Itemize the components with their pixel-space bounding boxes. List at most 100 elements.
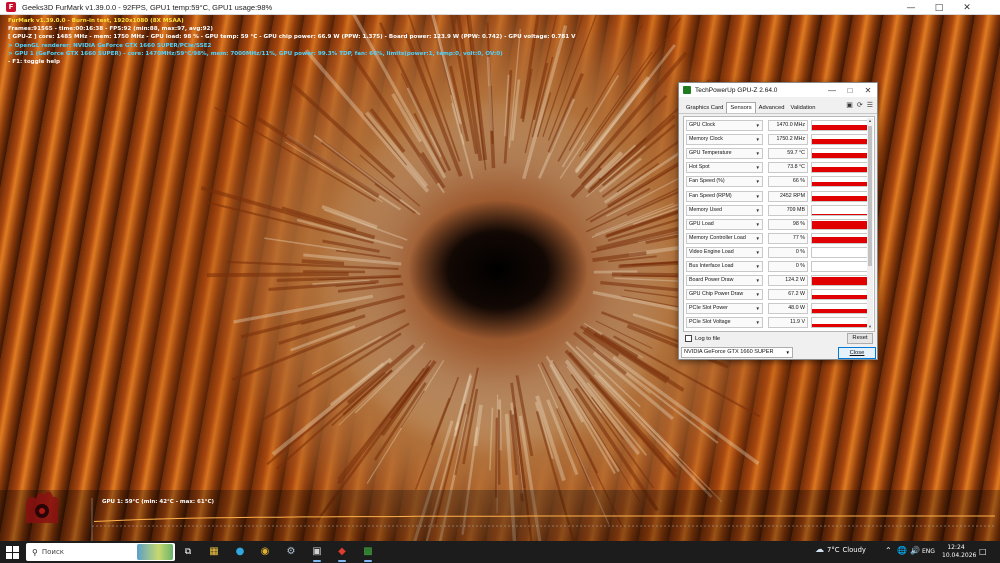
scroll-down-arrow-icon[interactable]: ▼ xyxy=(867,324,873,330)
file-explorer-icon[interactable]: ▦ xyxy=(206,544,222,560)
weather-text: Cloudy xyxy=(842,546,866,554)
minimize-button[interactable]: — xyxy=(898,0,924,15)
chevron-down-icon: ▼ xyxy=(755,165,760,171)
sensor-graph xyxy=(811,275,871,287)
sensor-name: Fan Speed (%) xyxy=(689,178,725,185)
start-button[interactable] xyxy=(4,544,20,560)
chevron-down-icon: ▼ xyxy=(755,235,760,241)
sensor-graph-fill xyxy=(812,237,870,243)
refresh-icon[interactable]: ⟳ xyxy=(857,101,863,109)
furmark-titlebar[interactable]: F Geeks3D FurMark v1.39.0.0 - 92FPS, GPU… xyxy=(0,0,1000,15)
task-view-icon[interactable]: ⧉ xyxy=(180,544,196,560)
sensor-value: 1750.2 MHz xyxy=(768,134,808,146)
sensor-name-dropdown[interactable]: Fan Speed (%) ▼ xyxy=(686,176,763,188)
sensor-name-dropdown[interactable]: Memory Controller Load ▼ xyxy=(686,232,763,244)
osd-line: - F1: toggle help xyxy=(8,59,61,66)
tab-graphics-card[interactable]: Graphics Card xyxy=(683,103,726,113)
reset-button[interactable]: Reset xyxy=(847,333,873,344)
clock-time: 12:24 xyxy=(947,544,965,551)
sensor-name: Bus Interface Load xyxy=(689,263,734,269)
sensor-row: GPU Clock ▼ 1470.0 MHz xyxy=(686,120,871,131)
sensor-name-dropdown[interactable]: Hot Spot ▼ xyxy=(686,162,763,174)
volume-icon[interactable]: 🔊 xyxy=(910,546,920,555)
sensor-row: Bus Interface Load ▼ 0 % xyxy=(686,261,871,272)
sensor-row: Fan Speed (RPM) ▼ 2452 RPM xyxy=(686,190,871,202)
edge-browser-icon[interactable]: ● xyxy=(232,544,248,560)
sensor-graph xyxy=(811,218,871,230)
sensor-name-dropdown[interactable]: Fan Speed (RPM) ▼ xyxy=(686,190,763,202)
weather-widget[interactable]: ☁ 7°C Cloudy xyxy=(815,545,866,555)
sensor-row: Fan Speed (%) ▼ 66 % xyxy=(686,176,871,188)
sensor-list: GPU Clock ▼ 1470.0 MHz Memory Clock ▼ 1750.2 … xyxy=(683,116,875,332)
taskbar-search[interactable]: ⚲ Поиск xyxy=(26,543,175,561)
fur-streak xyxy=(206,272,349,278)
tab-validation[interactable]: Validation xyxy=(787,103,818,113)
notification-icon[interactable]: □ xyxy=(979,547,987,556)
gpuz-maximize-button[interactable]: □ xyxy=(841,83,859,97)
steam-icon[interactable]: ⚙ xyxy=(283,544,299,560)
sensor-name-dropdown[interactable]: PCIe Slot Voltage ▼ xyxy=(686,317,763,329)
chrome-browser-icon[interactable]: ◉ xyxy=(257,544,273,560)
gpuz-taskbar-icon[interactable]: ▩ xyxy=(360,544,376,562)
scrollbar-thumb[interactable] xyxy=(868,126,872,266)
sensor-graph xyxy=(811,246,871,258)
menu-icon[interactable]: ☰ xyxy=(867,101,873,109)
sensor-row: Board Power Draw ▼ 124.2 W xyxy=(686,275,871,287)
sensor-name-dropdown[interactable]: GPU Temperature ▼ xyxy=(686,148,763,160)
sensor-graph-fill xyxy=(812,277,870,286)
sensor-row: Video Engine Load ▼ 0 % xyxy=(686,246,871,258)
sensor-graph-fill xyxy=(812,294,870,300)
network-globe-icon[interactable]: 🌐 xyxy=(897,546,907,555)
chevron-down-icon: ▼ xyxy=(755,193,760,199)
furmark-window-title: Geeks3D FurMark v1.39.0.0 - 92FPS, GPU1 … xyxy=(22,2,273,12)
fur-streak xyxy=(276,274,402,282)
sensor-name-dropdown[interactable]: Bus Interface Load ▼ xyxy=(686,261,763,272)
fur-streak xyxy=(547,72,584,154)
tab-advanced[interactable]: Advanced xyxy=(756,103,788,113)
fur-streak xyxy=(214,106,376,203)
scroll-up-arrow-icon[interactable]: ▲ xyxy=(867,118,873,124)
chevron-up-icon[interactable]: ⌃ xyxy=(885,546,892,555)
sensor-scrollbar[interactable]: ▲ ▼ xyxy=(867,118,873,330)
gpuz-tab-bar: Graphics Card Sensors Advanced Validatio… xyxy=(679,100,877,114)
gpuz-window-title: TechPowerUp GPU-Z 2.64.0 xyxy=(695,86,778,94)
sensor-graph-fill xyxy=(812,220,870,229)
sensor-row: GPU Temperature ▼ 59.7 °C xyxy=(686,148,871,160)
close-button[interactable]: Close xyxy=(838,347,876,359)
sensor-name-dropdown[interactable]: GPU Load ▼ xyxy=(686,218,763,230)
sensor-name-dropdown[interactable]: Memory Used ▼ xyxy=(686,204,763,216)
chevron-down-icon: ▼ xyxy=(755,264,760,269)
sensor-name-dropdown[interactable]: GPU Chip Power Draw ▼ xyxy=(686,289,763,301)
weather-temp: 7°C xyxy=(827,546,840,554)
sensor-name-dropdown[interactable]: GPU Clock ▼ xyxy=(686,120,763,131)
sensor-graph-fill xyxy=(812,125,870,130)
gpu-select-dropdown[interactable]: NVIDIA GeForce GTX 1660 SUPER ▼ xyxy=(681,347,793,358)
gpuz-minimize-button[interactable]: — xyxy=(823,83,841,97)
sensor-value: 59.7 °C xyxy=(768,148,808,160)
camera-icon[interactable]: ▣ xyxy=(846,101,853,109)
maximize-button[interactable]: □ xyxy=(926,0,952,15)
sensor-graph xyxy=(811,134,871,146)
sensor-graph-fill xyxy=(812,323,870,328)
sensor-graph xyxy=(811,120,871,131)
sensor-name-dropdown[interactable]: Memory Clock ▼ xyxy=(686,134,763,146)
sensor-name-dropdown[interactable]: PCIe Slot Power ▼ xyxy=(686,303,763,315)
sensor-value: 0 % xyxy=(768,261,808,272)
furmark-taskbar-icon[interactable]: ◆ xyxy=(334,544,350,562)
sensor-name: GPU Chip Power Draw xyxy=(689,291,744,298)
close-window-button[interactable]: ✕ xyxy=(954,0,980,15)
system-clock[interactable]: 12:24 10.04.2026 xyxy=(942,544,976,560)
sensor-value: 709 MB xyxy=(768,204,808,216)
tab-sensors[interactable]: Sensors xyxy=(726,102,756,113)
sensor-name-dropdown[interactable]: Video Engine Load ▼ xyxy=(686,246,763,258)
sensor-value: 48.0 W xyxy=(768,303,808,315)
log-to-file-checkbox[interactable] xyxy=(685,335,692,342)
input-language[interactable]: ENG xyxy=(922,548,935,555)
sensor-row: PCIe Slot Voltage ▼ 11.9 V xyxy=(686,317,871,329)
gpuz-close-x-button[interactable]: ✕ xyxy=(859,83,877,97)
sensor-name: GPU Clock xyxy=(689,122,716,128)
app-window-icon[interactable]: ▣ xyxy=(309,544,325,562)
gpuz-titlebar[interactable]: TechPowerUp GPU-Z 2.64.0 — □ ✕ xyxy=(679,83,877,97)
sensor-name-dropdown[interactable]: Board Power Draw ▼ xyxy=(686,275,763,287)
sensor-graph xyxy=(811,176,871,188)
